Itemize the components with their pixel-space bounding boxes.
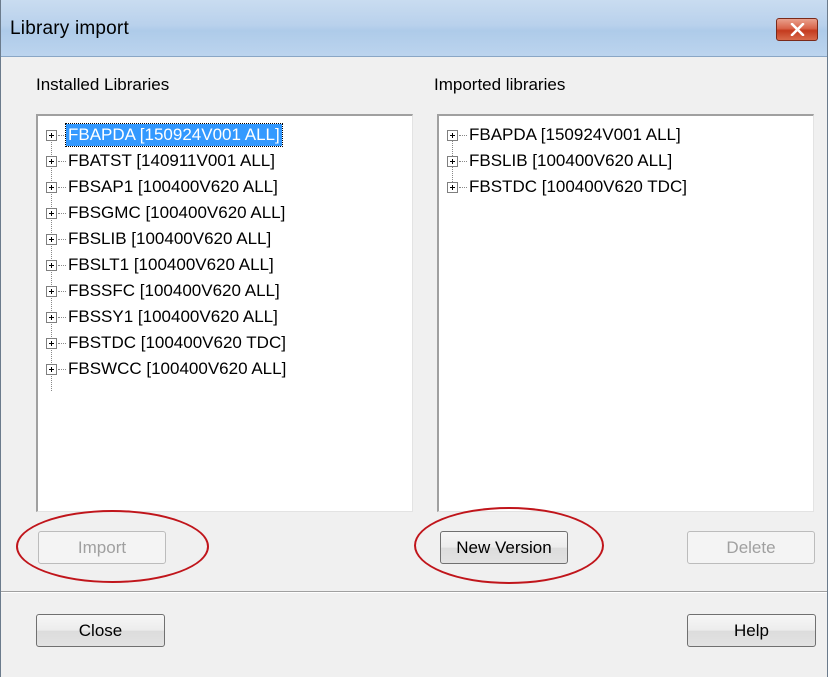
- tree-item-label[interactable]: FBATST [140911V001 ALL]: [66, 150, 277, 172]
- installed-libraries-tree[interactable]: FBAPDA [150924V001 ALL] FBATST [140911V00…: [36, 114, 413, 512]
- plus-box-icon[interactable]: [46, 130, 57, 141]
- imported-libraries-label: Imported libraries: [434, 75, 566, 94]
- tree-connector: [58, 317, 66, 319]
- plus-box-icon[interactable]: [46, 338, 57, 349]
- tree-item-label[interactable]: FBSWCC [100400V620 ALL]: [66, 358, 288, 380]
- tree-item[interactable]: FBSWCC [100400V620 ALL]: [46, 358, 412, 384]
- tree-connector: [58, 135, 66, 137]
- tree-item[interactable]: FBATST [140911V001 ALL]: [46, 150, 412, 176]
- tree-item[interactable]: FBSAP1 [100400V620 ALL]: [46, 176, 412, 202]
- tree-item[interactable]: FBAPDA [150924V001 ALL]: [46, 123, 412, 150]
- tree-item[interactable]: FBSLIB [100400V620 ALL]: [447, 150, 813, 176]
- tree-item[interactable]: FBSSFC [100400V620 ALL]: [46, 280, 412, 306]
- tree-connector: [58, 291, 66, 293]
- tree-item-label[interactable]: FBSSY1 [100400V620 ALL]: [66, 306, 280, 328]
- tree-item-label[interactable]: FBSTDC [100400V620 TDC]: [66, 332, 288, 354]
- plus-box-icon[interactable]: [46, 182, 57, 193]
- window-title: Library import: [10, 18, 129, 39]
- tree-item-label[interactable]: FBAPDA [150924V001 ALL]: [65, 123, 283, 147]
- tree-connector: [58, 213, 66, 215]
- tree-item-label[interactable]: FBSGMC [100400V620 ALL]: [66, 202, 287, 224]
- tree-connector: [58, 265, 66, 267]
- tree-connector: [459, 187, 467, 189]
- tree-item[interactable]: FBAPDA [150924V001 ALL]: [447, 124, 813, 150]
- imported-libraries-tree[interactable]: FBAPDA [150924V001 ALL] FBSLIB [100400V62…: [437, 114, 814, 512]
- tree-connector: [58, 161, 66, 163]
- plus-box-icon[interactable]: [46, 312, 57, 323]
- divider: [1, 591, 827, 593]
- plus-box-icon[interactable]: [46, 364, 57, 375]
- plus-box-icon[interactable]: [447, 182, 458, 193]
- plus-box-icon[interactable]: [46, 156, 57, 167]
- close-button[interactable]: Close: [36, 614, 165, 647]
- tree-connector: [459, 135, 467, 137]
- window-close-button[interactable]: [776, 18, 818, 41]
- tree-connector: [58, 343, 66, 345]
- tree-item[interactable]: FBSGMC [100400V620 ALL]: [46, 202, 412, 228]
- tree-item-label[interactable]: FBSLIB [100400V620 ALL]: [467, 150, 674, 172]
- plus-box-icon[interactable]: [46, 260, 57, 271]
- title-bar[interactable]: Library import: [1, 0, 827, 57]
- close-icon: [790, 23, 805, 36]
- tree-connector: [459, 161, 467, 163]
- tree-item-label[interactable]: FBSAP1 [100400V620 ALL]: [66, 176, 280, 198]
- tree-item[interactable]: FBSLIB [100400V620 ALL]: [46, 228, 412, 254]
- tree-item-label[interactable]: FBSTDC [100400V620 TDC]: [467, 176, 689, 198]
- tree-item[interactable]: FBSSY1 [100400V620 ALL]: [46, 306, 412, 332]
- tree-item-label[interactable]: FBAPDA [150924V001 ALL]: [467, 124, 683, 146]
- delete-button[interactable]: Delete: [687, 531, 815, 564]
- annotation-circle-new-version: [414, 507, 604, 584]
- tree-item[interactable]: FBSTDC [100400V620 TDC]: [447, 176, 813, 202]
- tree-item[interactable]: FBSLT1 [100400V620 ALL]: [46, 254, 412, 280]
- tree-connector: [58, 369, 66, 371]
- plus-box-icon[interactable]: [447, 130, 458, 141]
- plus-box-icon[interactable]: [46, 234, 57, 245]
- tree-connector: [58, 187, 66, 189]
- tree-item-label[interactable]: FBSLIB [100400V620 ALL]: [66, 228, 273, 250]
- tree-item-label[interactable]: FBSLT1 [100400V620 ALL]: [66, 254, 276, 276]
- annotation-circle-import: [16, 510, 209, 583]
- plus-box-icon[interactable]: [447, 156, 458, 167]
- library-import-dialog: Library import Installed Libraries Impor…: [0, 0, 828, 677]
- installed-libraries-label: Installed Libraries: [36, 75, 170, 94]
- help-button[interactable]: Help: [687, 614, 816, 647]
- tree-item[interactable]: FBSTDC [100400V620 TDC]: [46, 332, 412, 358]
- tree-connector: [58, 239, 66, 241]
- plus-box-icon[interactable]: [46, 208, 57, 219]
- plus-box-icon[interactable]: [46, 286, 57, 297]
- tree-item-label[interactable]: FBSSFC [100400V620 ALL]: [66, 280, 282, 302]
